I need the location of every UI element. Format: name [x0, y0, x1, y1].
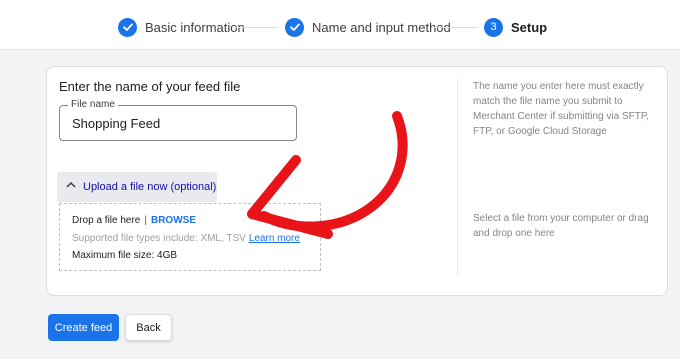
column-divider	[457, 79, 458, 275]
step-label: Name and input method	[312, 19, 451, 35]
feed-file-heading: Enter the name of your feed file	[59, 79, 241, 94]
file-name-value[interactable]: Shopping Feed	[72, 116, 160, 131]
learn-more-link[interactable]: Learn more	[249, 233, 300, 244]
upload-toggle[interactable]: Upload a file now (optional)	[57, 172, 217, 202]
supported-types-text: Supported file types include: XML, TSV	[72, 233, 246, 244]
step-number-badge: 3	[484, 17, 503, 37]
step-label: Basic information	[145, 19, 245, 35]
max-file-size: Maximum file size: 4GB	[72, 250, 178, 261]
back-button[interactable]: Back	[125, 314, 172, 341]
step-name-and-input-method[interactable]: Name and input method	[285, 17, 451, 37]
check-icon	[285, 17, 304, 37]
feed-setup-card: Enter the name of your feed file File na…	[46, 66, 668, 296]
chevron-up-icon	[65, 178, 77, 196]
supported-types: Supported file types include: XML, TSV Le…	[72, 233, 300, 244]
file-name-label: File name	[68, 99, 118, 110]
step-setup[interactable]: 3 Setup	[484, 17, 547, 37]
file-name-help: The name you enter here must exactly mat…	[473, 81, 649, 137]
step-label: Setup	[511, 19, 548, 35]
browse-link[interactable]: BROWSE	[151, 215, 196, 226]
create-feed-button[interactable]: Create feed	[48, 314, 119, 341]
drop-separator: |	[144, 215, 147, 226]
step-connector	[234, 27, 278, 28]
upload-toggle-label: Upload a file now (optional)	[83, 181, 217, 193]
stepper-header: Basic information Name and input method …	[0, 0, 680, 50]
drop-instructions: Drop a file here | BROWSE	[72, 215, 196, 226]
file-name-field[interactable]: File name Shopping Feed	[59, 99, 297, 141]
check-icon	[118, 17, 137, 37]
step-connector	[432, 27, 478, 28]
step-basic-information[interactable]: Basic information	[118, 17, 245, 37]
file-drop-zone[interactable]: Drop a file here | BROWSE Supported file t…	[59, 203, 321, 271]
upload-help: Select a file from your computer or drag…	[473, 213, 649, 239]
drop-text: Drop a file here	[72, 215, 141, 226]
